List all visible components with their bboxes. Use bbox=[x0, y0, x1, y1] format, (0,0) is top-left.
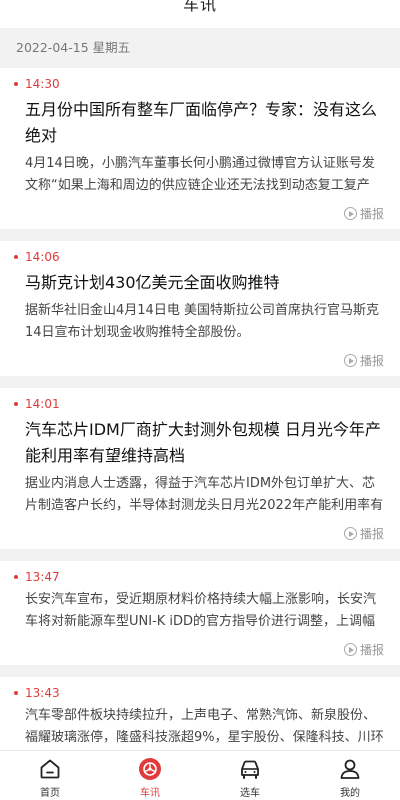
news-title[interactable]: 五月份中国所有整车厂面临停产？专家：没有这么绝对 bbox=[25, 97, 384, 149]
news-summary[interactable]: 4月14日晚，小鹏汽车董事长何小鹏通过微博官方认证账号发文称“如果上海和周边的供… bbox=[25, 153, 384, 197]
news-time: 13:43 bbox=[25, 686, 60, 700]
car-icon bbox=[241, 760, 259, 779]
play-circle-icon bbox=[343, 643, 357, 656]
broadcast-label: 播报 bbox=[359, 643, 384, 657]
top-header: 车讯 bbox=[0, 0, 400, 28]
broadcast-button[interactable]: 播报 bbox=[343, 352, 384, 369]
news-summary[interactable]: 汽车零部件板块持续拉升，上声电子、常熟汽饰、新泉股份、福耀玻璃涨停，隆盛科技涨超… bbox=[25, 705, 384, 749]
broadcast-button[interactable]: 播报 bbox=[343, 525, 384, 542]
tab-home-label: 首页 bbox=[40, 788, 60, 799]
tab-choose-car-label: 选车 bbox=[240, 788, 260, 799]
timeline-dot bbox=[14, 691, 18, 695]
news-time: 13:47 bbox=[25, 570, 60, 584]
news-summary[interactable]: 据业内消息人士透露，得益于汽车芯片IDM外包订单扩大、芯片制造客户长约，半导体封… bbox=[25, 473, 384, 517]
timeline-dot bbox=[14, 82, 18, 86]
news-wheel-icon bbox=[139, 758, 161, 780]
tab-choose-car[interactable]: 选车 bbox=[200, 751, 300, 800]
tab-home[interactable]: 首页 bbox=[0, 751, 100, 800]
play-circle-icon bbox=[343, 354, 357, 367]
news-title[interactable]: 马斯克计划430亿美元全面收购推特 bbox=[25, 270, 384, 296]
user-icon bbox=[340, 759, 360, 779]
news-feed[interactable]: 2022-04-15 星期五 14:30 五月份中国所有整车厂面临停产？专家：没… bbox=[0, 28, 400, 750]
news-time: 14:06 bbox=[25, 250, 60, 264]
bottom-tab-bar: 首页 车讯 选车 我的 bbox=[0, 750, 400, 800]
news-item[interactable]: 14:30 五月份中国所有整车厂面临停产？专家：没有这么绝对 4月14日晚，小鹏… bbox=[0, 68, 400, 229]
news-title[interactable]: 汽车芯片IDM厂商扩大封测外包规模 日月光今年产能利用率有望维持高档 bbox=[25, 417, 384, 469]
news-time: 14:30 bbox=[25, 77, 60, 91]
play-circle-icon bbox=[343, 527, 357, 540]
play-circle-icon bbox=[343, 207, 357, 220]
date-label: 2022-04-15 星期五 bbox=[0, 28, 400, 68]
news-item[interactable]: 14:06 马斯克计划430亿美元全面收购推特 据新华社旧金山4月14日电 美国… bbox=[0, 241, 400, 376]
news-summary[interactable]: 长安汽车宣布，受近期原材料价格持续大幅上涨影响，长安汽车将对新能源车型UNI-K… bbox=[25, 589, 384, 633]
tab-mine-label: 我的 bbox=[340, 788, 360, 799]
tab-news-label: 车讯 bbox=[140, 788, 160, 799]
news-summary[interactable]: 据新华社旧金山4月14日电 美国特斯拉公司首席执行官马斯克14日宣布计划现金收购… bbox=[25, 300, 384, 344]
timeline-dot bbox=[14, 402, 18, 406]
broadcast-label: 播报 bbox=[359, 207, 384, 221]
news-item[interactable]: 14:01 汽车芯片IDM厂商扩大封测外包规模 日月光今年产能利用率有望维持高档… bbox=[0, 388, 400, 549]
tab-mine[interactable]: 我的 bbox=[300, 751, 400, 800]
page-title: 车讯 bbox=[182, 0, 217, 14]
broadcast-button[interactable]: 播报 bbox=[343, 641, 384, 658]
news-time: 14:01 bbox=[25, 397, 60, 411]
timeline-dot bbox=[14, 255, 18, 259]
home-icon bbox=[40, 759, 60, 779]
broadcast-button[interactable]: 播报 bbox=[343, 205, 384, 222]
news-item[interactable]: 13:43 汽车零部件板块持续拉升，上声电子、常熟汽饰、新泉股份、福耀玻璃涨停，… bbox=[0, 677, 400, 750]
broadcast-label: 播报 bbox=[359, 354, 384, 368]
timeline-dot bbox=[14, 575, 18, 579]
broadcast-label: 播报 bbox=[359, 527, 384, 541]
tab-news[interactable]: 车讯 bbox=[100, 751, 200, 800]
news-item[interactable]: 13:47 长安汽车宣布，受近期原材料价格持续大幅上涨影响，长安汽车将对新能源车… bbox=[0, 561, 400, 665]
